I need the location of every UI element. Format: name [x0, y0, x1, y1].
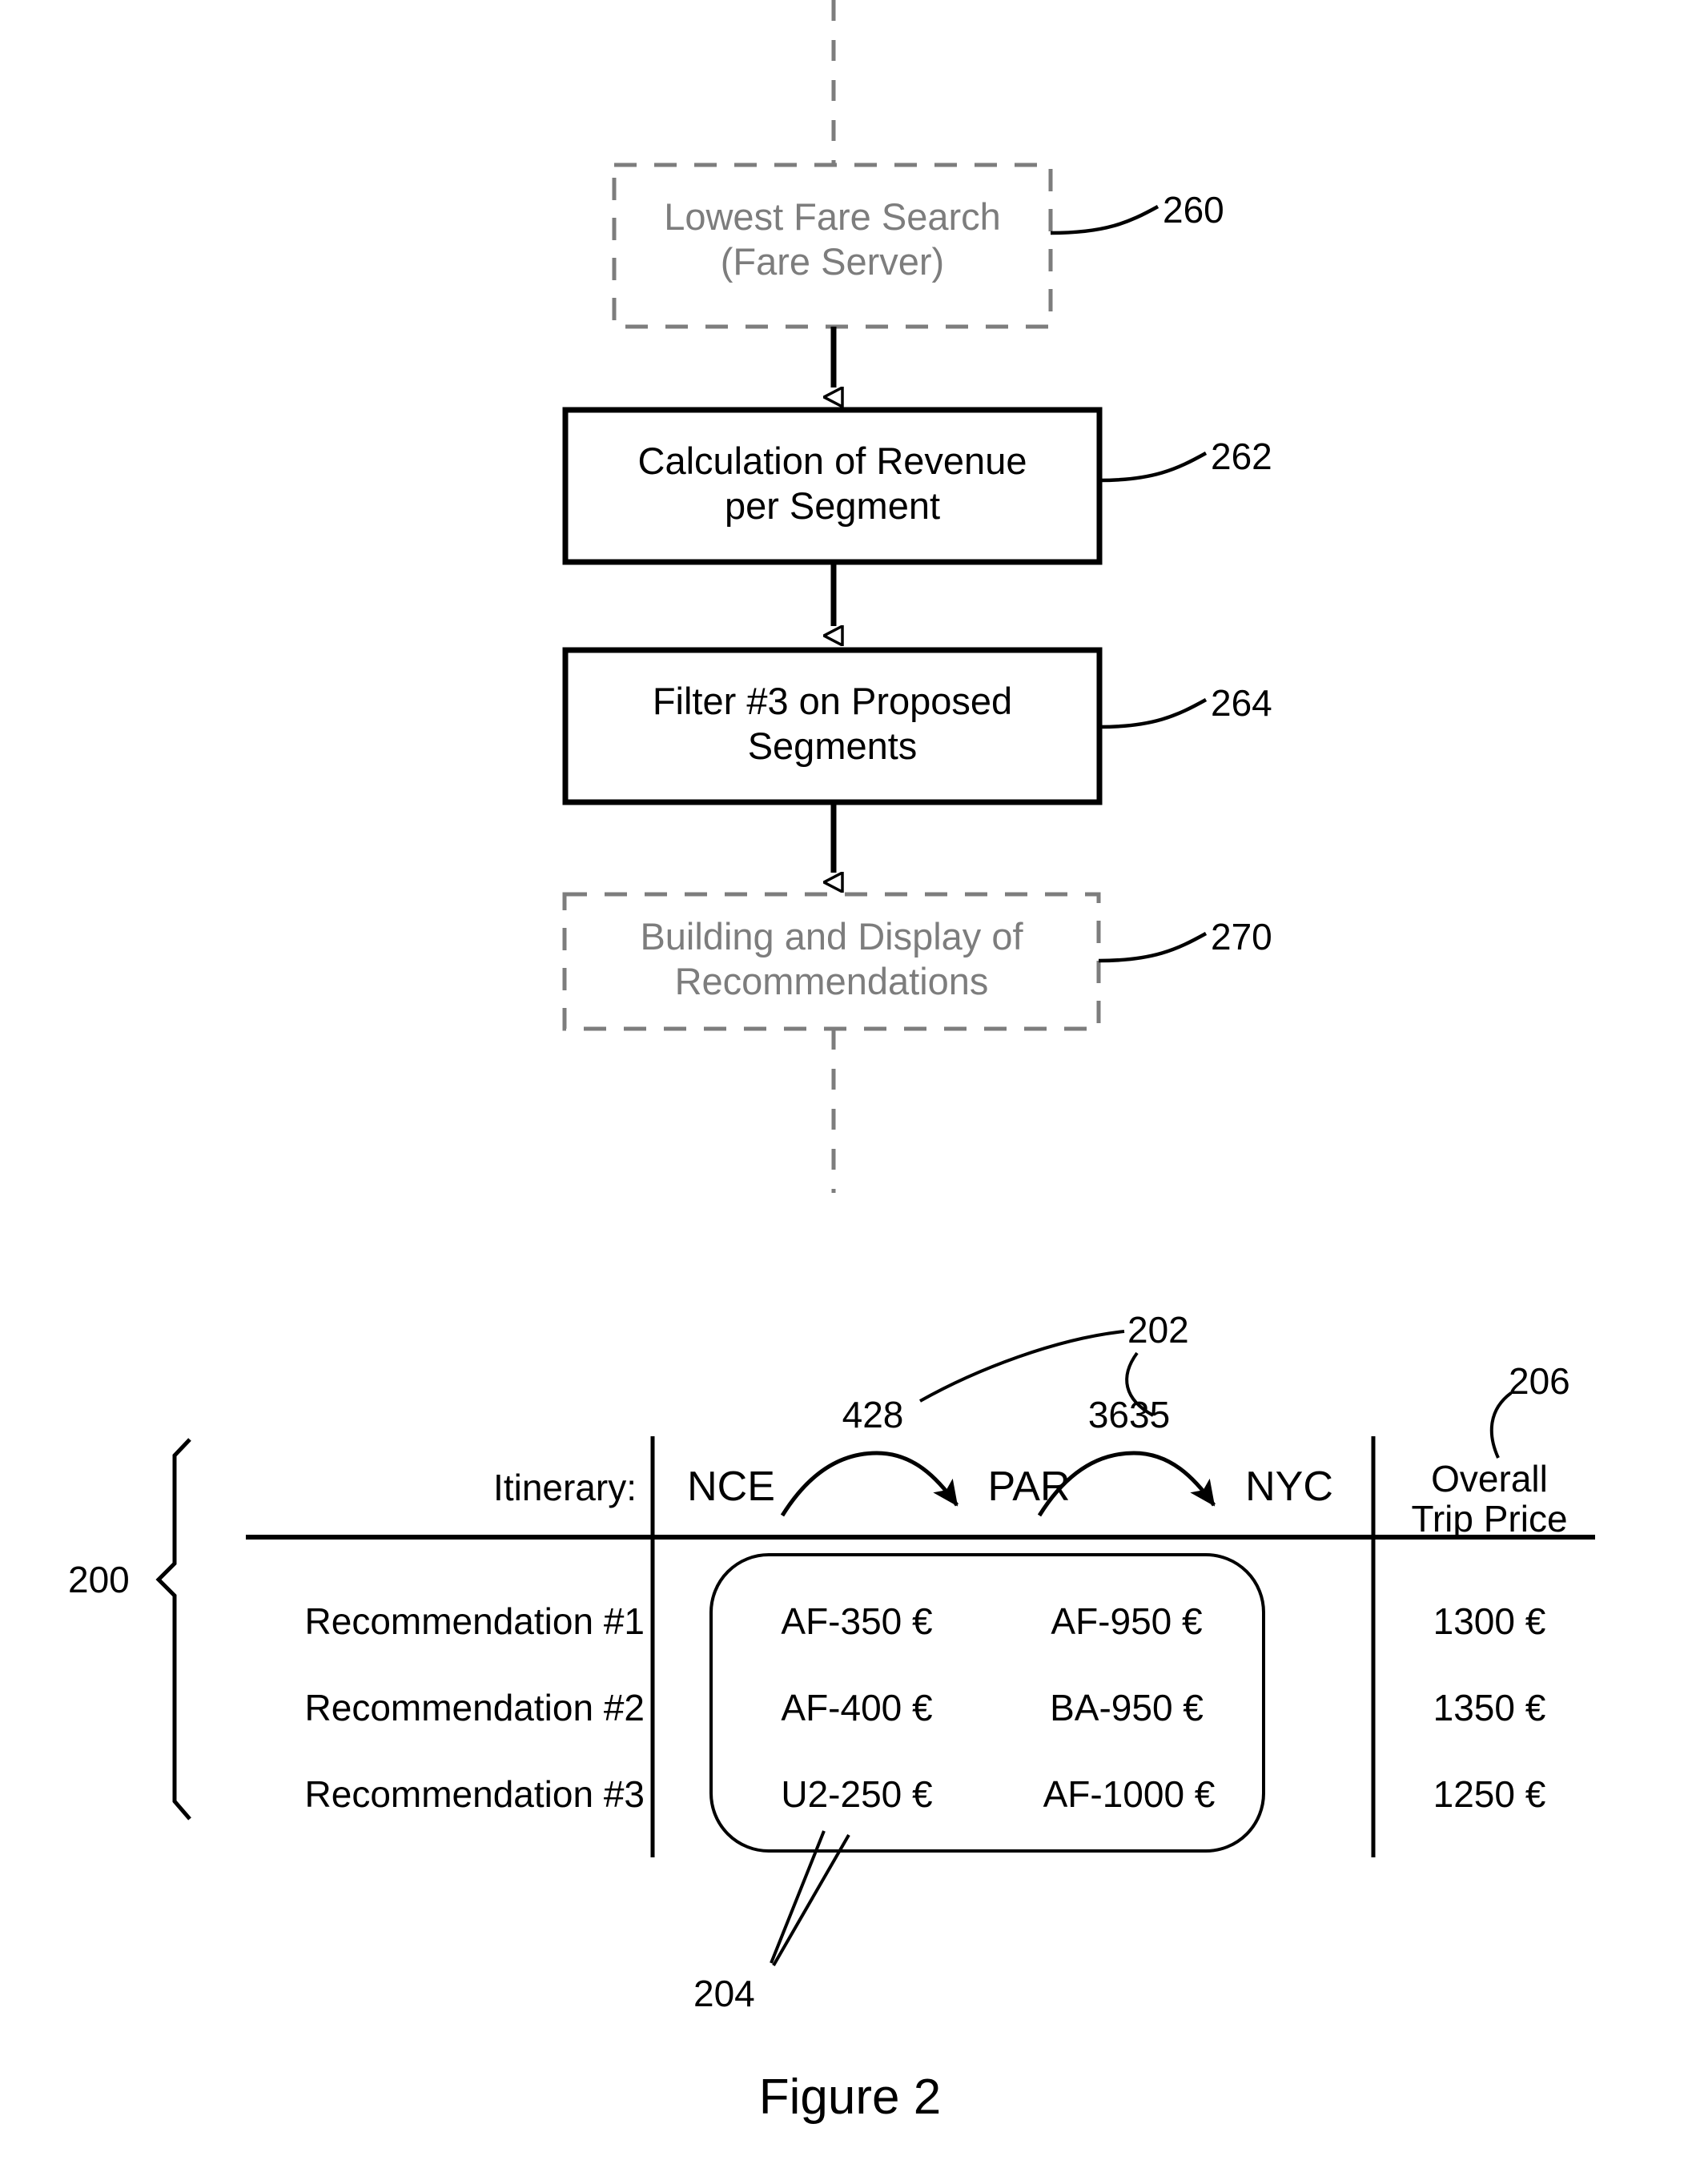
- table-row-total-1: 1300 €: [1433, 1600, 1546, 1642]
- ref-number-200: 200: [68, 1559, 130, 1600]
- itinerary-city-nce: NCE: [687, 1463, 775, 1510]
- brace-200: [155, 1438, 191, 1821]
- table-row-fare-3-1: U2-250 €: [781, 1773, 933, 1815]
- table-row-label-1: Recommendation #1: [304, 1600, 645, 1642]
- ref-leader-260: [1050, 205, 1159, 235]
- node-filter3-line1: Filter #3 on Proposed: [652, 680, 1013, 722]
- ref-number-270: 270: [1211, 916, 1272, 958]
- node-filter3-line2: Segments: [747, 725, 918, 767]
- table-row-fare-1-1: AF-350 €: [781, 1600, 933, 1642]
- table-row-fare-2-1: AF-400 €: [781, 1687, 933, 1728]
- node-calculation-revenue-line1: Calculation of Revenue: [637, 440, 1027, 482]
- table-row-fare-1-2: AF-950 €: [1051, 1600, 1203, 1642]
- itinerary-label: Itinerary:: [493, 1467, 637, 1508]
- node-building-display-line1: Building and Display of: [640, 915, 1023, 958]
- table-row-fare-2-2: BA-950 €: [1050, 1687, 1204, 1728]
- price-header-line1: Overall: [1431, 1458, 1548, 1499]
- node-building-display-line2: Recommendations: [674, 960, 989, 1002]
- ref-leader-264: [1099, 698, 1208, 729]
- figure-caption: Figure 2: [758, 2070, 942, 2125]
- ref-leader-270: [1098, 932, 1208, 963]
- itinerary-city-nyc: NYC: [1245, 1463, 1333, 1510]
- table-row-total-2: 1350 €: [1433, 1687, 1546, 1728]
- patent-figure-2: Lowest Fare Search (Fare Server) 260 Cal…: [0, 0, 1700, 2184]
- node-lowest-fare-search-line1: Lowest Fare Search: [664, 195, 1001, 238]
- node-calculation-revenue-line2: per Segment: [724, 484, 941, 527]
- ref-leader-204: [770, 1830, 850, 1966]
- table-row-label-3: Recommendation #3: [304, 1773, 645, 1815]
- ref-number-204: 204: [693, 1973, 755, 2014]
- ref-number-264: 264: [1211, 682, 1272, 724]
- itinerary-arc-nce-par: [780, 1451, 959, 1517]
- figure-vector-layer: [155, 0, 1595, 1966]
- segment-number-2: 3635: [1087, 1394, 1171, 1435]
- ref-number-262: 262: [1211, 436, 1272, 477]
- price-header-line2: Trip Price: [1411, 1498, 1568, 1540]
- ref-number-202: 202: [1127, 1309, 1189, 1351]
- ref-number-206: 206: [1509, 1360, 1570, 1402]
- ref-leader-262: [1099, 452, 1208, 483]
- table-row-total-3: 1250 €: [1433, 1773, 1546, 1815]
- node-lowest-fare-search-line2: (Fare Server): [720, 240, 945, 283]
- segment-number-1: 428: [842, 1394, 904, 1435]
- ref-leader-206: [1489, 1391, 1513, 1459]
- table-row-label-2: Recommendation #2: [304, 1687, 645, 1728]
- itinerary-city-par: PAR: [987, 1463, 1071, 1510]
- ref-number-260: 260: [1163, 189, 1224, 231]
- table-row-fare-3-2: AF-1000 €: [1043, 1773, 1216, 1815]
